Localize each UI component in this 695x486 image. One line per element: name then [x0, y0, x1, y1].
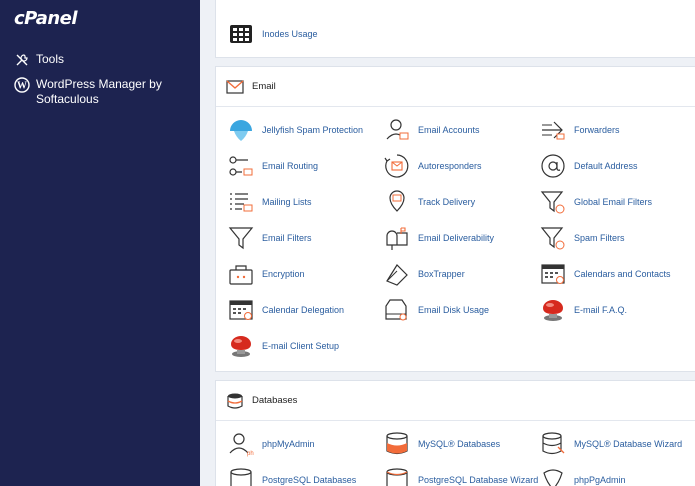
item-email-filters[interactable]: Email Filters	[228, 225, 312, 251]
item-default-address[interactable]: Default Address	[540, 153, 638, 179]
mailbox-icon	[386, 227, 408, 250]
mailing-lists-icon	[230, 193, 253, 212]
postgresql-icon	[230, 468, 252, 486]
section-title: Databases	[252, 395, 298, 406]
sidebar-item-label: WordPress Manager by Softaculous	[36, 77, 162, 106]
item-global-email-filters[interactable]: Global Email Filters	[540, 189, 652, 215]
encryption-icon	[229, 265, 253, 285]
svg-text:php: php	[247, 451, 254, 457]
item-calendar-delegation[interactable]: Calendar Delegation	[228, 297, 344, 323]
track-delivery-icon	[389, 190, 405, 212]
item-mysql-database-wizard[interactable]: MySQL® Database Wizard	[540, 431, 682, 457]
help-button-icon	[543, 300, 563, 321]
item-track-delivery[interactable]: Track Delivery	[384, 189, 475, 215]
email-section-card: Email Jellyfish Spam Protection Email Ac…	[215, 66, 695, 372]
item-postgresql-databases[interactable]: PostgreSQL Databases	[228, 467, 356, 486]
phpmyadmin-icon: php	[229, 433, 254, 457]
item-calendars-and-contacts[interactable]: Calendars and Contacts	[540, 261, 671, 287]
partial-section-card: Inodes Usage	[215, 0, 695, 58]
autoresponders-icon	[384, 154, 409, 178]
item-phppgadmin[interactable]: phpPgAdmin	[540, 467, 626, 486]
filter-icon	[228, 227, 254, 250]
disk-usage-icon	[385, 299, 407, 321]
tools-icon	[16, 54, 28, 66]
jellyfish-icon	[230, 120, 252, 141]
cpanel-logo[interactable]: cPanel	[14, 8, 78, 29]
item-autoresponders[interactable]: Autoresponders	[384, 153, 482, 179]
boxtrapper-icon	[386, 264, 408, 286]
at-sign-icon	[541, 154, 565, 178]
item-email-routing[interactable]: Email Routing	[228, 153, 318, 179]
envelope-icon	[226, 79, 244, 94]
item-encryption[interactable]: Encryption	[228, 261, 305, 287]
mysql-databases-icon	[386, 432, 408, 455]
phppgadmin-icon	[543, 469, 563, 486]
global-filter-icon	[540, 191, 565, 214]
email-accounts-icon	[386, 119, 409, 140]
item-forwarders[interactable]: Forwarders	[540, 117, 620, 143]
item-jellyfish-spam-protection[interactable]: Jellyfish Spam Protection	[228, 117, 363, 143]
main-content: Inodes Usage Email Jellyfish Spam Protec…	[200, 0, 695, 486]
item-inodes-usage[interactable]: Inodes Usage	[228, 21, 318, 47]
item-spam-filters[interactable]: Spam Filters	[540, 225, 625, 251]
calendar-icon	[541, 264, 565, 284]
sidebar-item-label: Tools	[36, 52, 65, 66]
grid-icon	[230, 25, 252, 43]
database-icon	[227, 393, 243, 409]
section-title: Email	[252, 81, 276, 92]
sidebar-item-tools[interactable]: Tools	[14, 52, 64, 68]
databases-section-card: Databases php phpMyAdmin MySQL® Database…	[215, 380, 695, 486]
postgresql-wizard-icon	[386, 468, 408, 486]
email-routing-icon	[229, 156, 253, 176]
item-postgresql-database-wizard[interactable]: PostgreSQL Database Wizard	[384, 467, 538, 486]
sidebar-item-wordpress[interactable]: W WordPress Manager by Softaculous	[14, 77, 189, 107]
forwarders-icon	[542, 121, 565, 140]
item-email-client-setup[interactable]: E-mail Client Setup	[228, 333, 339, 359]
item-mysql-databases[interactable]: MySQL® Databases	[384, 431, 500, 457]
item-email-faq[interactable]: E-mail F.A.Q.	[540, 297, 627, 323]
item-email-deliverability[interactable]: Email Deliverability	[384, 225, 494, 251]
calendar-delegation-icon	[229, 300, 253, 320]
mysql-wizard-icon	[542, 432, 565, 455]
spam-filter-icon	[540, 227, 565, 250]
svg-text:W: W	[17, 81, 27, 92]
databases-section-header[interactable]: Databases	[216, 381, 695, 421]
item-email-disk-usage[interactable]: Email Disk Usage	[384, 297, 489, 323]
help-button-icon	[231, 336, 251, 357]
item-email-accounts[interactable]: Email Accounts	[384, 117, 480, 143]
item-boxtrapper[interactable]: BoxTrapper	[384, 261, 465, 287]
item-phpmyadmin[interactable]: php phpMyAdmin	[228, 431, 315, 457]
item-mailing-lists[interactable]: Mailing Lists	[228, 189, 312, 215]
email-section-header[interactable]: Email	[216, 67, 695, 107]
sidebar: cPanel Tools W WordPress Manager by Soft…	[0, 0, 200, 486]
wordpress-icon: W	[14, 77, 30, 93]
